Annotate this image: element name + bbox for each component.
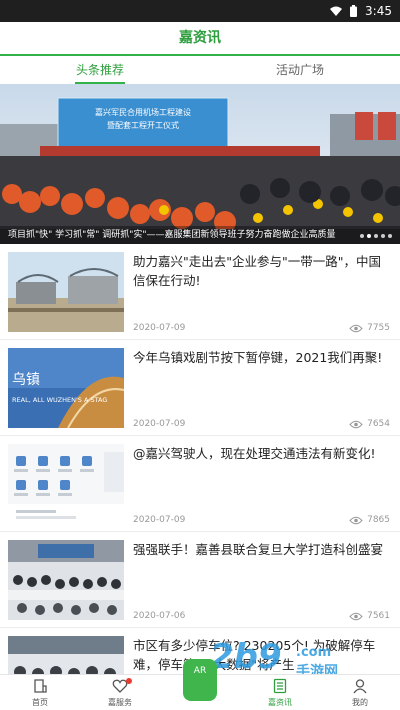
news-view-count: 7561 (367, 611, 390, 621)
news-item[interactable]: 乌镇 REAL, ALL WUZHEN'S A STAG 今年乌镇戏剧节按下暂停… (0, 340, 400, 436)
page-title: 嘉资讯 (0, 22, 400, 54)
nav-profile-label: 我的 (352, 698, 368, 707)
news-views: 7865 (349, 515, 390, 525)
news-title: @嘉兴驾驶人，现在处理交通违法有新变化! (133, 446, 376, 461)
profile-icon (353, 679, 367, 694)
news-view-count: 7755 (367, 323, 390, 333)
nav-news[interactable]: 嘉资讯 (240, 675, 320, 710)
eye-icon (349, 324, 363, 332)
center-app-text: AR (193, 666, 207, 676)
nav-news-label: 嘉资讯 (268, 698, 292, 707)
carousel-dots (360, 234, 392, 238)
carousel-dot[interactable] (381, 234, 385, 238)
banner-carousel[interactable]: 嘉兴军民合用机场工程建设 暨配套工程开工仪式 项目抓"快" 学习抓"常" 调研抓… (0, 84, 400, 244)
news-thumbnail: 乌镇 REAL, ALL WUZHEN'S A STAG (8, 348, 124, 428)
nav-home[interactable]: 首页 (0, 675, 80, 710)
news-item[interactable]: @嘉兴驾驶人，现在处理交通违法有新变化! 2020-07-09 7865 (0, 436, 400, 532)
news-item[interactable]: 强强联手！嘉善县联合复旦大学打造科创盛宴 2020-07-06 7561 (0, 532, 400, 628)
banner-caption: 项目抓"快" 学习抓"常" 调研抓"实"——嘉服集团新领导班子努力奋跑做企业高质… (0, 226, 400, 244)
carousel-dot-active[interactable] (367, 234, 371, 238)
news-title: 今年乌镇戏剧节按下暂停键，2021我们再聚! (133, 350, 383, 365)
news-date: 2020-07-09 (133, 323, 186, 333)
news-view-count: 7865 (367, 515, 390, 525)
news-thumb-text-1: 乌镇 (12, 372, 40, 388)
news-thumb-text-2: REAL, ALL WUZHEN'S A STAG (12, 396, 107, 404)
notification-badge (126, 678, 132, 684)
news-title: 强强联手！嘉善县联合复旦大学打造科创盛宴 (133, 542, 384, 557)
wifi-icon (330, 6, 343, 16)
news-date: 2020-07-06 (133, 611, 186, 621)
news-thumbnail (8, 540, 124, 620)
news-title: 市区有多少停车位? 230205个! 为破解停车难，停车管理"大数据"将产生 (133, 638, 376, 672)
banner-sign-line1: 嘉兴军民合用机场工程建设 (95, 107, 191, 117)
nav-profile[interactable]: 我的 (320, 675, 400, 710)
news-list: 助力嘉兴"走出去"企业参与"一带一路"，中国信保在行动! 2020-07-09 … (0, 244, 400, 674)
eye-icon (349, 420, 363, 428)
banner-image: 嘉兴军民合用机场工程建设 暨配套工程开工仪式 (0, 84, 400, 244)
status-bar: 3:45 (0, 0, 400, 22)
banner-sign-line2: 暨配套工程开工仪式 (107, 120, 179, 130)
news-item[interactable]: 助力嘉兴"走出去"企业参与"一带一路"，中国信保在行动! 2020-07-09 … (0, 244, 400, 340)
tab-activity-square[interactable]: 活动广场 (200, 56, 400, 84)
center-app-icon: AR (183, 659, 217, 701)
news-title: 助力嘉兴"走出去"企业参与"一带一路"，中国信保在行动! (133, 254, 381, 288)
news-view-count: 7654 (367, 419, 390, 429)
eye-icon (349, 612, 363, 620)
news-views: 7755 (349, 323, 390, 333)
nav-center-app[interactable]: AR (160, 659, 240, 710)
carousel-dot[interactable] (360, 234, 364, 238)
tab-headline-recommend[interactable]: 头条推荐 (0, 56, 200, 84)
news-thumbnail (8, 444, 124, 524)
nav-home-label: 首页 (32, 698, 48, 707)
news-icon (273, 678, 287, 694)
status-time: 3:45 (365, 4, 392, 18)
news-views: 7561 (349, 611, 390, 621)
news-thumbnail (8, 636, 124, 674)
news-views: 7654 (349, 419, 390, 429)
home-icon (34, 679, 47, 693)
battery-icon (350, 5, 358, 17)
news-date: 2020-07-09 (133, 515, 186, 525)
nav-service[interactable]: 嘉服务 (80, 675, 160, 710)
bottom-nav: 首页 嘉服务 AR 嘉资讯 我的 (0, 659, 400, 710)
news-date: 2020-07-09 (133, 419, 186, 429)
eye-icon (349, 516, 363, 524)
tab-bar: 头条推荐 活动广场 (0, 56, 400, 84)
news-thumbnail (8, 252, 124, 332)
carousel-dot[interactable] (374, 234, 378, 238)
carousel-dot[interactable] (388, 234, 392, 238)
nav-service-label: 嘉服务 (108, 698, 132, 707)
